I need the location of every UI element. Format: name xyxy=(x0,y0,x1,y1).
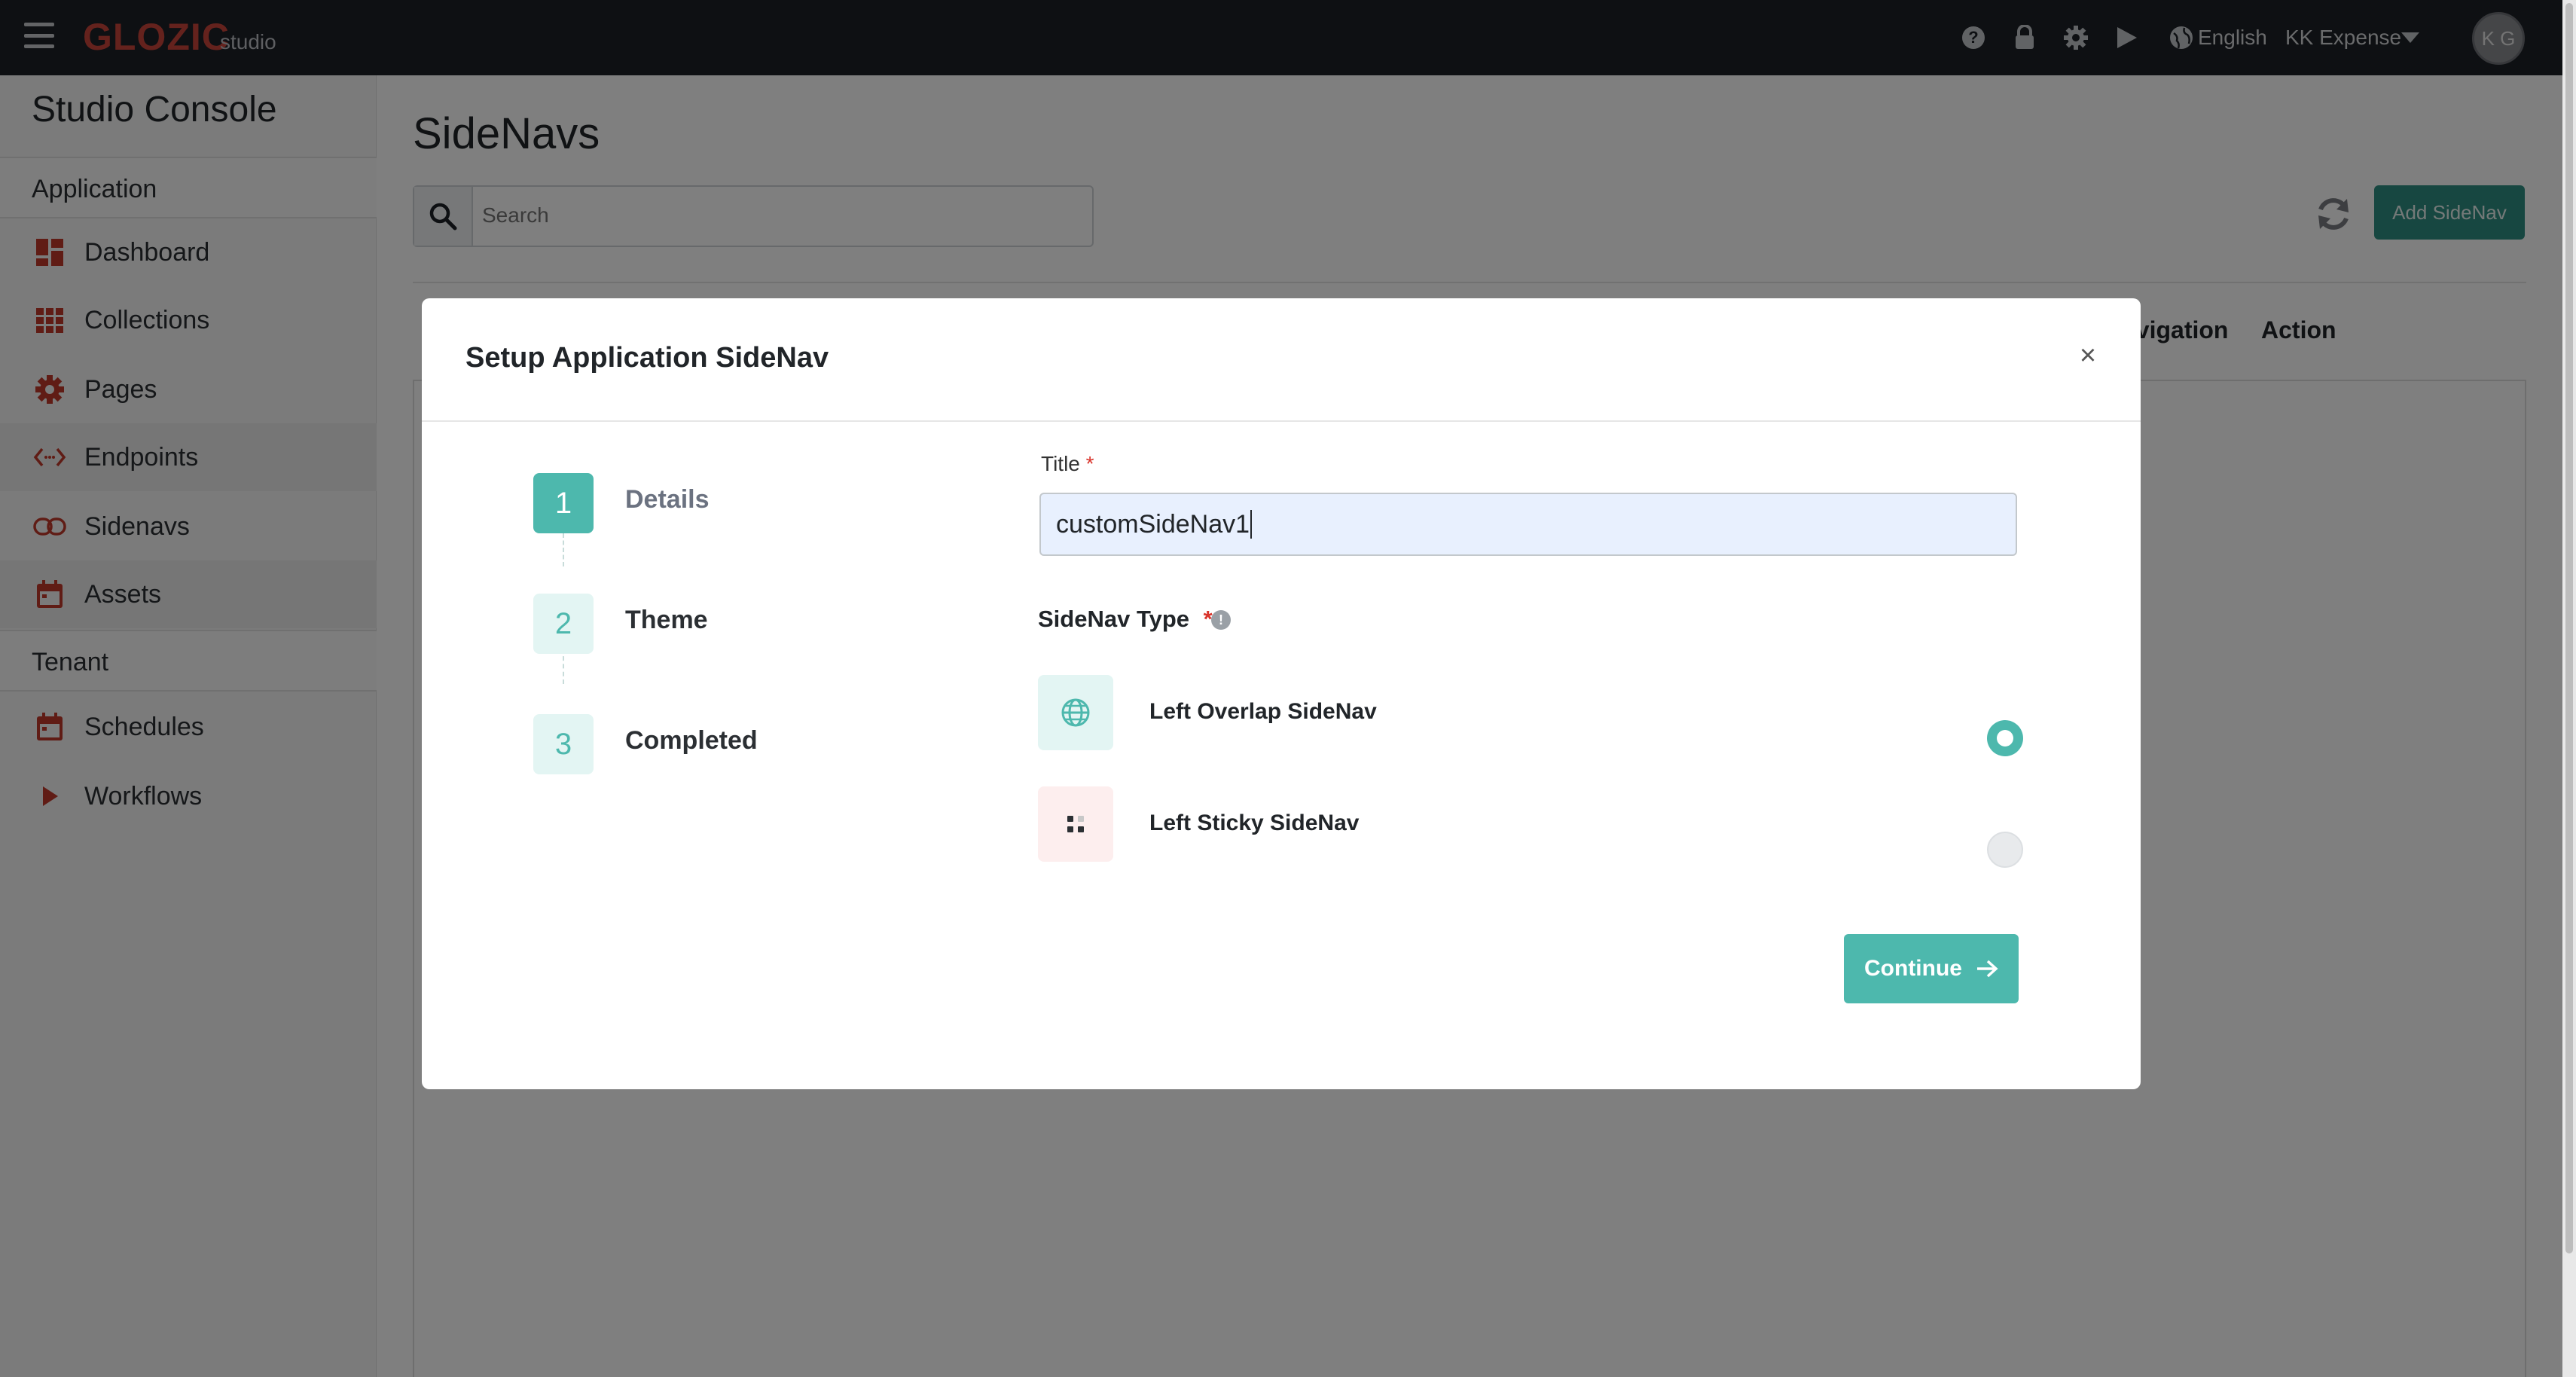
radio-left-sticky[interactable] xyxy=(1987,832,2023,868)
setup-sidenav-modal: Setup Application SideNav × 1 Details 2 … xyxy=(422,298,2141,1089)
globe-icon xyxy=(1038,675,1113,750)
title-label-text: Title xyxy=(1041,452,1080,475)
step-3-label: Completed xyxy=(625,726,758,755)
dots-grid-icon xyxy=(1038,786,1113,862)
close-icon[interactable]: × xyxy=(2073,340,2103,371)
option-left-sticky-label[interactable]: Left Sticky SideNav xyxy=(1149,811,1359,836)
title-field-label: Title * xyxy=(1041,452,1094,476)
continue-button[interactable]: Continue xyxy=(1844,934,2019,1003)
step-1-number: 1 xyxy=(533,473,594,533)
sidenav-type-label: SideNav Type * xyxy=(1038,606,1213,633)
option-left-overlap-label[interactable]: Left Overlap SideNav xyxy=(1149,699,1377,725)
divider xyxy=(422,420,2141,422)
arrow-right-icon xyxy=(1976,960,1998,978)
required-mark: * xyxy=(1085,452,1094,475)
info-icon[interactable]: ! xyxy=(1211,610,1231,630)
title-input-value: customSideNav1 xyxy=(1056,509,1250,539)
modal-title: Setup Application SideNav xyxy=(465,342,829,374)
radio-left-overlap[interactable] xyxy=(1987,720,2023,756)
title-input[interactable]: customSideNav1 xyxy=(1039,493,2017,556)
text-caret xyxy=(1250,510,1253,539)
step-2-number: 2 xyxy=(533,594,594,654)
step-3-number: 3 xyxy=(533,714,594,774)
sidenav-type-label-text: SideNav Type xyxy=(1038,606,1190,632)
step-1-label: Details xyxy=(625,485,710,514)
step-2-label: Theme xyxy=(625,606,708,634)
continue-button-label: Continue xyxy=(1864,956,1962,981)
scrollbar-thumb[interactable] xyxy=(2565,3,2573,1253)
